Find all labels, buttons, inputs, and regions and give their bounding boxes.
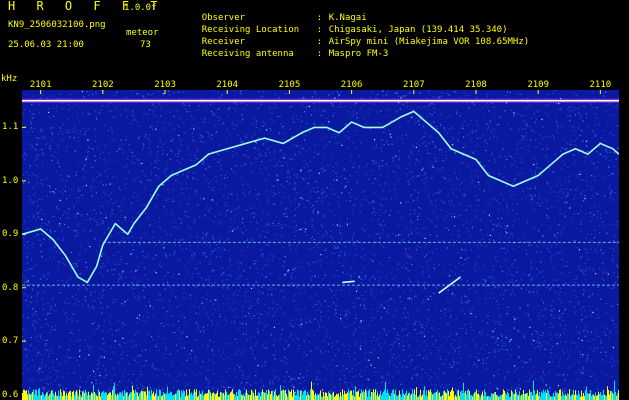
- x-tick-label: 2104: [216, 80, 239, 90]
- info-label: Receiving antenna: [201, 49, 294, 59]
- x-tick-label: 2103: [154, 80, 176, 90]
- hrofft-spectrogram-window: H R O F F T 1.0.0f KN9_2506032100.png me…: [0, 0, 629, 400]
- x-tick-label: 2102: [92, 80, 114, 90]
- info-value: Maspro FM-3: [328, 49, 389, 59]
- y-tick-label: 1.1: [2, 122, 19, 133]
- x-tick-label: 2108: [465, 80, 487, 90]
- x-tick-label: 2105: [278, 80, 301, 90]
- info-separator: :: [316, 49, 323, 59]
- y-tick-label: 0.8: [2, 282, 19, 293]
- meteor-count: 73: [140, 40, 151, 50]
- filename-label: KN9_2506032100.png: [8, 20, 106, 30]
- x-tick-label: 2109: [527, 80, 549, 90]
- x-tick-label: 2110: [589, 80, 612, 90]
- meteor-echo: [342, 280, 355, 284]
- version-label: 1.0.0f: [124, 3, 157, 13]
- y-tick-label: 0.6: [2, 389, 19, 400]
- meteor-label: meteor: [126, 28, 159, 38]
- y-tick-label: 1.0: [2, 175, 19, 186]
- datetime-label: 25.06.03 21:00: [8, 40, 84, 50]
- x-tick-label: 2107: [402, 80, 425, 90]
- x-tick-label: 2101: [29, 80, 52, 90]
- info-antenna: Receiving antenna: Maspro FM-3: [180, 38, 389, 71]
- x-tick-label: 2106: [340, 80, 363, 90]
- y-tick-label: 0.9: [2, 229, 19, 240]
- y-tick-label: 0.7: [2, 336, 19, 347]
- spectrogram-plot: [22, 90, 619, 400]
